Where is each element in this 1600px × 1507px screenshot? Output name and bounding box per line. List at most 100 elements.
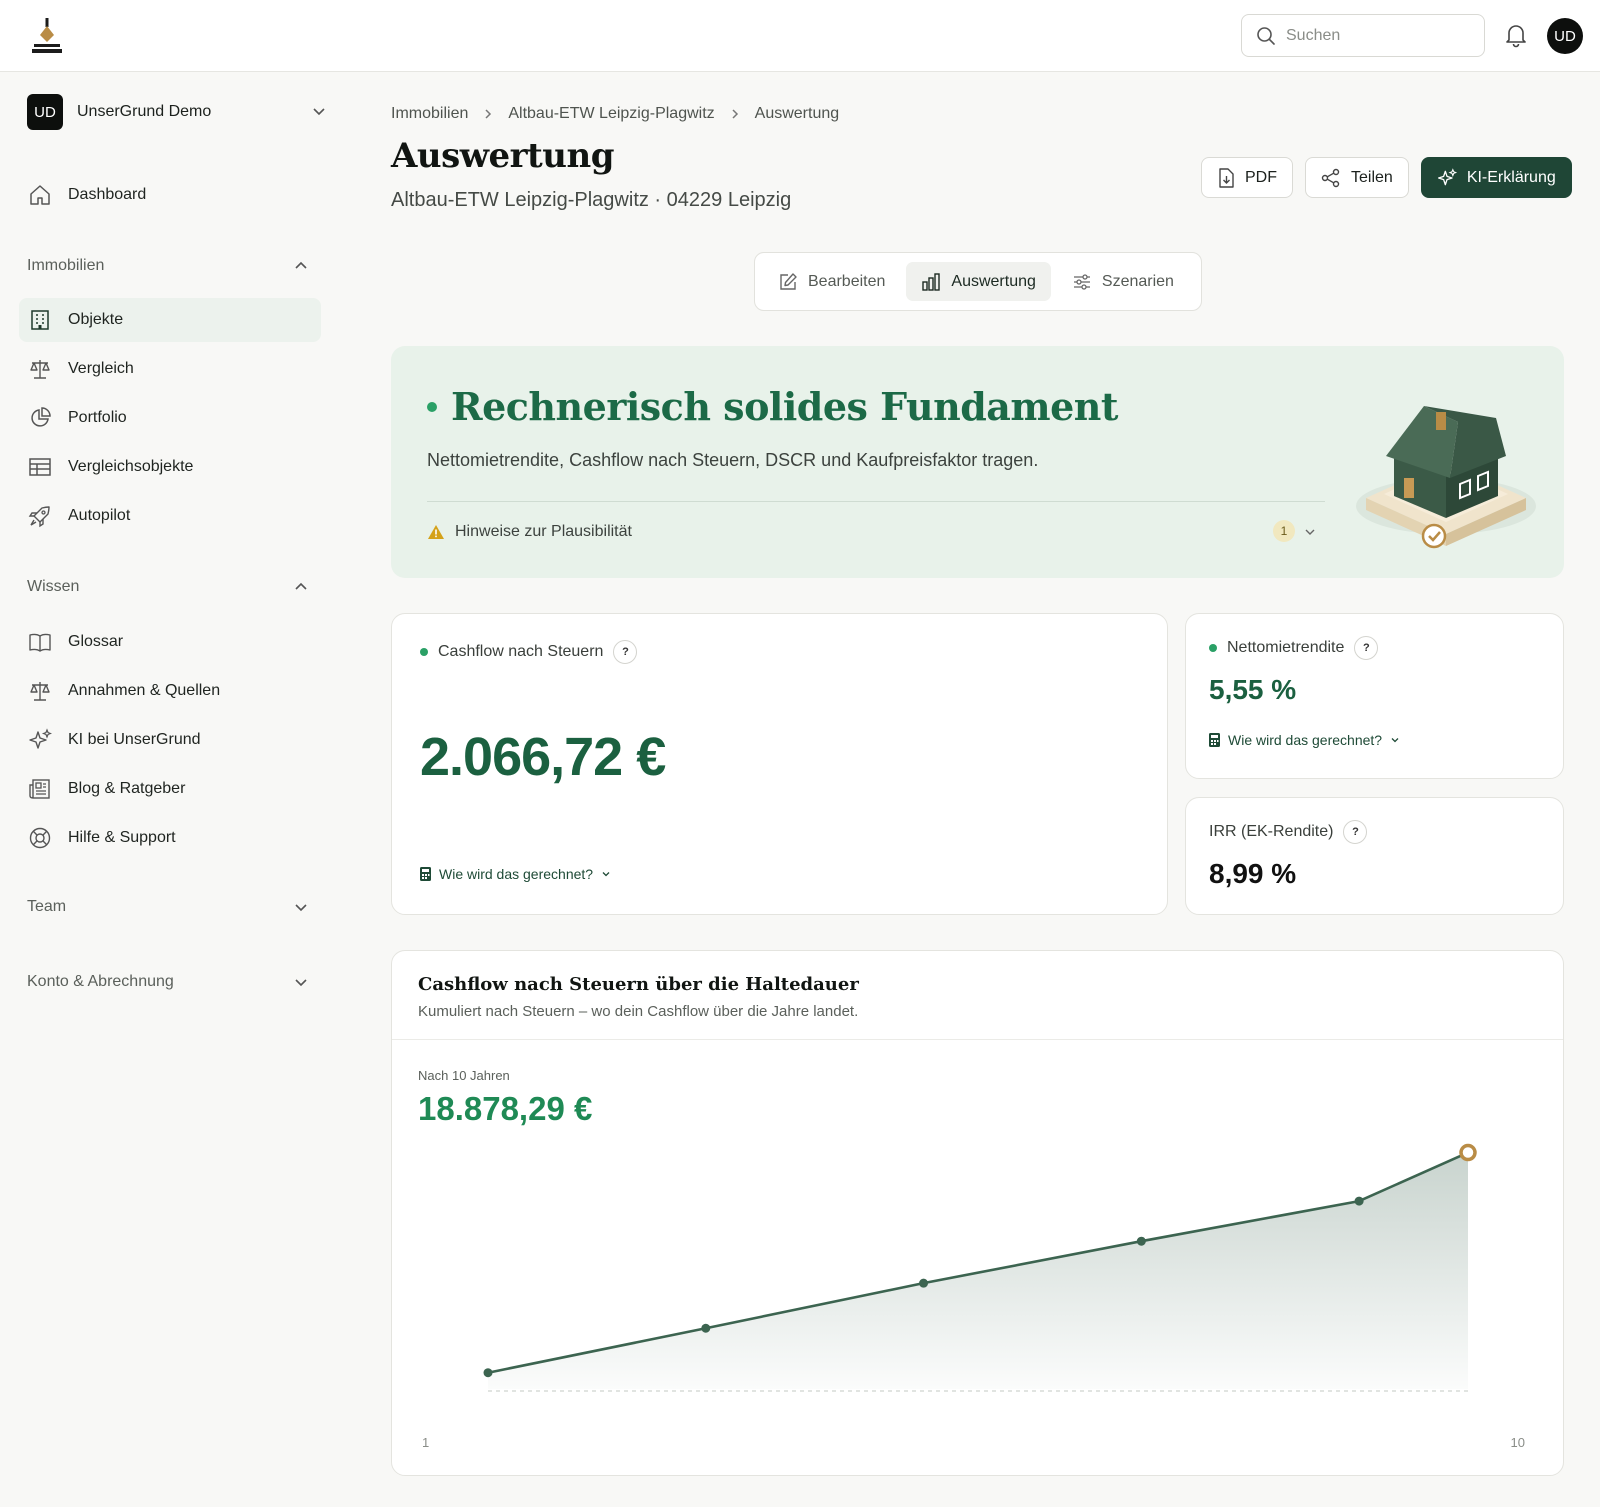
sidebar-item-vergleichsobjekte[interactable]: Vergleichsobjekte	[19, 445, 321, 489]
chevron-up-icon	[295, 582, 307, 590]
breadcrumb-immobilien[interactable]: Immobilien	[391, 105, 468, 123]
org-name: UnserGrund Demo	[77, 103, 212, 120]
status-dot	[420, 648, 428, 656]
verdict-title-text: Rechnerisch solides Fundament	[451, 384, 1118, 429]
chart-card-cashflow: Cashflow nach Steuern über die Haltedaue…	[391, 950, 1564, 1476]
calculator-icon	[1209, 733, 1220, 747]
how-calculated-toggle[interactable]: Wie wird das gerechnet?	[420, 866, 611, 882]
pdf-label: PDF	[1245, 168, 1277, 186]
sidebar-item-label: Hilfe & Support	[68, 829, 176, 846]
user-avatar[interactable]: UD	[1547, 18, 1583, 54]
org-badge: UD	[27, 94, 63, 130]
house-illustration-icon	[1356, 406, 1536, 549]
building-icon	[31, 310, 49, 330]
section-team[interactable]: Team	[27, 895, 309, 919]
hint-count-badge: 1	[1273, 520, 1295, 542]
chart-point	[701, 1323, 711, 1333]
section-label: Wissen	[27, 578, 80, 595]
sidebar-item-annahmen[interactable]: Annahmen & Quellen	[19, 669, 321, 713]
lifebuoy-icon	[29, 827, 51, 849]
how-calculated-toggle[interactable]: Wie wird das gerechnet?	[1209, 732, 1400, 748]
pdf-button[interactable]: PDF	[1201, 157, 1293, 198]
chevron-right-icon	[485, 109, 492, 119]
tab-label: Auswertung	[951, 272, 1036, 290]
chevron-down-icon	[295, 979, 307, 987]
chart-point	[919, 1278, 929, 1288]
sidebar-item-label: KI bei UnserGrund	[68, 731, 201, 748]
sparkles-icon	[1437, 167, 1457, 185]
section-immobilien[interactable]: Immobilien	[27, 254, 309, 278]
pie-chart-icon	[31, 407, 51, 427]
search-input[interactable]	[1286, 26, 1466, 45]
ai-explain-label: KI-Erklärung	[1466, 168, 1556, 186]
section-label: Immobilien	[27, 257, 105, 274]
chevron-up-icon	[295, 261, 307, 269]
newspaper-icon	[29, 779, 50, 799]
kpi-label: Cashflow nach Steuern ?	[420, 640, 638, 664]
sidebar-item-label: Objekte	[68, 311, 124, 328]
kpi-value: 5,55 %	[1209, 674, 1297, 705]
help-button[interactable]: ?	[613, 640, 638, 664]
section-wissen[interactable]: Wissen	[27, 575, 309, 599]
status-dot	[427, 401, 437, 412]
sidebar-item-autopilot[interactable]: Autopilot	[19, 494, 321, 538]
chevron-down-icon	[313, 108, 325, 116]
book-icon	[29, 633, 51, 652]
kpi-label-text: IRR (EK-Rendite)	[1209, 823, 1334, 840]
scale-icon	[30, 682, 50, 701]
tab-auswertung[interactable]: Auswertung	[906, 262, 1051, 301]
cashflow-chart: 1 10	[422, 1143, 1525, 1450]
bell-icon[interactable]	[1503, 22, 1529, 48]
sidebar-item-vergleich[interactable]: Vergleich	[19, 347, 321, 391]
top-bar: UD	[0, 0, 1600, 72]
sidebar-item-hilfe[interactable]: Hilfe & Support	[19, 816, 321, 860]
breadcrumb-objekt[interactable]: Altbau-ETW Leipzig-Plagwitz	[508, 105, 714, 123]
share-icon	[1321, 168, 1340, 187]
sidebar-item-glossar[interactable]: Glossar	[19, 620, 321, 664]
chart-x-tick-label: 10	[1511, 1435, 1525, 1450]
kpi-label-text: Nettomietrendite	[1227, 639, 1345, 656]
search-box[interactable]	[1241, 14, 1485, 57]
share-button[interactable]: Teilen	[1305, 157, 1409, 198]
section-label: Team	[27, 898, 67, 915]
chart-area	[488, 1152, 1468, 1389]
tab-bearbeiten[interactable]: Bearbeiten	[763, 262, 900, 301]
sidebar-item-label: Glossar	[68, 633, 124, 650]
sidebar-item-label: Blog & Ratgeber	[68, 780, 186, 797]
sidebar-item-portfolio[interactable]: Portfolio	[19, 396, 321, 440]
chevron-down-icon	[1305, 529, 1315, 535]
verdict-description: Nettomietrendite, Cashflow nach Steuern,…	[427, 450, 1039, 470]
section-konto[interactable]: Konto & Abrechnung	[27, 970, 309, 994]
logo-icon[interactable]	[30, 18, 64, 54]
file-download-icon	[1219, 167, 1234, 188]
ai-explain-button[interactable]: KI-Erklärung	[1420, 157, 1572, 198]
org-switcher[interactable]: UD UnserGrund Demo	[27, 93, 327, 131]
kpi-card-irr: IRR (EK-Rendite) ? 8,99 %	[1185, 797, 1564, 915]
sidebar-item-dashboard[interactable]: Dashboard	[19, 173, 321, 217]
breadcrumb: Immobilien Altbau-ETW Leipzig-Plagwitz A…	[391, 105, 839, 123]
edit-icon	[780, 272, 797, 290]
kpi-label: IRR (EK-Rendite) ?	[1209, 820, 1368, 844]
share-label: Teilen	[1351, 168, 1393, 186]
plausibility-hints-toggle[interactable]: Hinweise zur Plausibilität 1	[427, 520, 1325, 544]
help-button[interactable]: ?	[1343, 820, 1368, 844]
verdict-title: Rechnerisch solides Fundament	[427, 384, 1118, 429]
sidebar-item-label: Autopilot	[68, 507, 131, 524]
table-icon	[29, 458, 51, 476]
action-buttons: PDF Teilen KI-Erklärung	[1201, 157, 1572, 198]
kpi-card-cashflow: Cashflow nach Steuern ? 2.066,72 € Wie w…	[391, 613, 1168, 915]
sidebar-item-blog[interactable]: Blog & Ratgeber	[19, 767, 321, 811]
chevron-down-icon	[295, 904, 307, 912]
sliders-icon	[1073, 273, 1090, 290]
how-label: Wie wird das gerechnet?	[1228, 732, 1383, 748]
kpi-value: 8,99 %	[1209, 858, 1297, 889]
tab-szenarien[interactable]: Szenarien	[1057, 262, 1189, 301]
scale-icon	[30, 360, 50, 379]
divider	[427, 501, 1325, 502]
warning-icon	[428, 525, 444, 539]
chart-x-tick-label: 1	[422, 1435, 429, 1450]
help-button[interactable]: ?	[1354, 636, 1379, 660]
sidebar-item-ki[interactable]: KI bei UnserGrund	[19, 718, 321, 762]
sidebar-item-objekte[interactable]: Objekte	[19, 298, 321, 342]
chevron-down-icon	[602, 872, 610, 877]
